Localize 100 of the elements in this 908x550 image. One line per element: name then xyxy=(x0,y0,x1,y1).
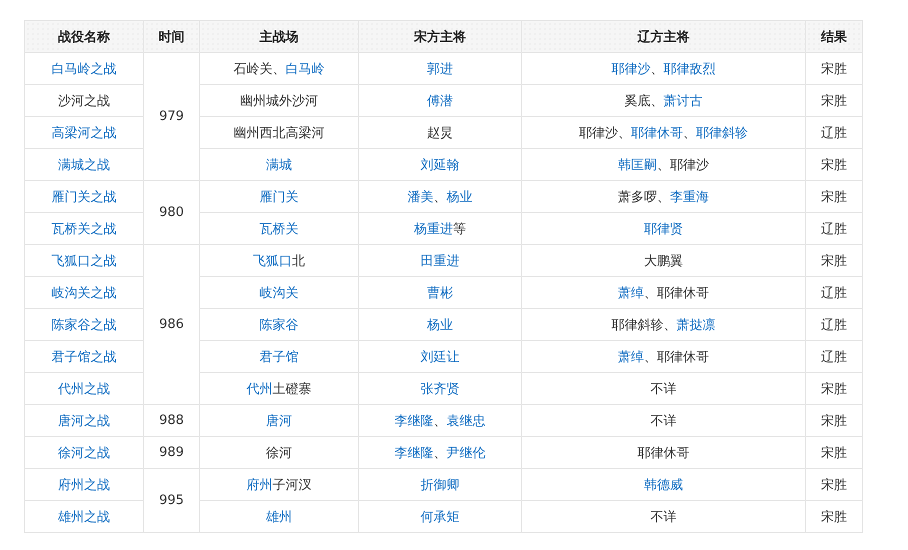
cell-text: 、 xyxy=(434,414,446,428)
result-cell: 辽胜 xyxy=(806,212,862,244)
column-header: 宋方主将 xyxy=(358,20,522,52)
cell-text: 奚底、 xyxy=(624,94,664,108)
link[interactable]: 代州 xyxy=(246,382,272,396)
cell-text: 等 xyxy=(453,222,466,236)
cell-text: 、 xyxy=(650,62,664,76)
result-cell: 辽胜 xyxy=(806,308,862,340)
cell-text: 萧多啰、 xyxy=(618,190,670,204)
link[interactable]: 君子馆 xyxy=(260,350,298,364)
link[interactable]: 雄州之战 xyxy=(58,510,110,524)
link[interactable]: 韩匡嗣 xyxy=(618,158,657,172)
link[interactable]: 满城 xyxy=(266,158,292,172)
link[interactable]: 飞狐口 xyxy=(253,254,292,268)
link[interactable]: 何承矩 xyxy=(420,510,460,524)
result-cell: 辽胜 xyxy=(806,340,862,372)
cell-text: 石岭关、 xyxy=(234,62,286,76)
cell-text: 大鹏翼 xyxy=(644,254,683,268)
link[interactable]: 耶律敌烈 xyxy=(664,62,716,76)
cell-text: 、耶律沙 xyxy=(657,158,709,172)
result-cell: 辽胜 xyxy=(806,116,862,148)
link[interactable]: 折御卿 xyxy=(420,478,460,492)
link[interactable]: 韩德威 xyxy=(644,478,683,492)
result-cell: 宋胜 xyxy=(806,180,862,212)
link[interactable]: 雄州 xyxy=(266,510,292,524)
link[interactable]: 岐沟关之战 xyxy=(52,286,116,300)
cell-text: 幽州西北高梁河 xyxy=(234,126,324,140)
link[interactable]: 府州之战 xyxy=(58,478,110,492)
link[interactable]: 曹彬 xyxy=(427,286,453,300)
link[interactable]: 徐河之战 xyxy=(58,446,110,460)
cell-text: 沙河之战 xyxy=(58,94,110,108)
link[interactable]: 瓦桥关 xyxy=(260,222,298,236)
link[interactable]: 耶律贤 xyxy=(644,222,683,236)
link[interactable]: 飞狐口之战 xyxy=(52,254,116,268)
link[interactable]: 白马岭之战 xyxy=(52,62,116,76)
cell-text: 徐河 xyxy=(266,446,292,460)
link[interactable]: 耶律斜轸 xyxy=(696,126,748,140)
link[interactable]: 李继隆 xyxy=(394,414,434,428)
link[interactable]: 李继隆 xyxy=(394,446,434,460)
link[interactable]: 唐河 xyxy=(266,414,292,428)
link[interactable]: 刘廷让 xyxy=(420,350,460,364)
link[interactable]: 萧绰 xyxy=(618,286,644,300)
cell-text: 幽州城外沙河 xyxy=(240,94,318,108)
link[interactable]: 傅潜 xyxy=(427,94,453,108)
link[interactable]: 杨重进 xyxy=(414,222,453,236)
cell-text: 土磴寨 xyxy=(272,382,312,396)
year-cell: 986 xyxy=(144,244,200,404)
link[interactable]: 袁继忠 xyxy=(446,414,486,428)
link[interactable]: 陈家谷 xyxy=(260,318,298,332)
result-cell: 宋胜 xyxy=(806,148,862,180)
column-header: 辽方主将 xyxy=(522,20,806,52)
year-cell: 988 xyxy=(144,404,200,436)
link[interactable]: 满城之战 xyxy=(58,158,110,172)
year-cell: 995 xyxy=(144,468,200,532)
cell-text: 、 xyxy=(434,190,446,204)
cell-text: 不详 xyxy=(650,510,676,524)
link[interactable]: 杨业 xyxy=(446,190,472,204)
result-cell: 宋胜 xyxy=(806,500,862,532)
column-header: 时间 xyxy=(144,20,200,52)
result-cell: 宋胜 xyxy=(806,404,862,436)
link[interactable]: 陈家谷之战 xyxy=(52,318,116,332)
link[interactable]: 唐河之战 xyxy=(58,414,110,428)
link[interactable]: 尹继伦 xyxy=(446,446,486,460)
link[interactable]: 雁门关之战 xyxy=(52,190,116,204)
link[interactable]: 田重进 xyxy=(420,254,460,268)
cell-text: 不详 xyxy=(650,382,676,396)
result-cell: 辽胜 xyxy=(806,276,862,308)
year-cell: 989 xyxy=(144,436,200,468)
cell-text: 、 xyxy=(434,446,446,460)
link[interactable]: 萧挞凛 xyxy=(676,318,716,332)
link[interactable]: 瓦桥关之战 xyxy=(52,222,116,236)
link[interactable]: 白马岭 xyxy=(286,62,324,76)
column-header: 结果 xyxy=(806,20,862,52)
link[interactable]: 杨业 xyxy=(427,318,453,332)
link[interactable]: 耶律沙 xyxy=(612,62,650,76)
link[interactable]: 张齐贤 xyxy=(420,382,460,396)
link[interactable]: 潘美 xyxy=(408,190,434,204)
result-cell: 宋胜 xyxy=(806,244,862,276)
result-cell: 宋胜 xyxy=(806,436,862,468)
result-cell: 宋胜 xyxy=(806,372,862,404)
cell-text: 北 xyxy=(292,254,305,268)
year-cell: 980 xyxy=(144,180,200,244)
link[interactable]: 萧讨古 xyxy=(664,94,702,108)
cell-text: 耶律休哥 xyxy=(638,446,690,460)
column-header: 主战场 xyxy=(200,20,358,52)
link[interactable]: 刘延翰 xyxy=(420,158,460,172)
link[interactable]: 郭进 xyxy=(427,62,453,76)
link[interactable]: 李重海 xyxy=(670,190,709,204)
link[interactable]: 雁门关 xyxy=(260,190,298,204)
link[interactable]: 高梁河之战 xyxy=(52,126,116,140)
link[interactable]: 代州之战 xyxy=(58,382,110,396)
link[interactable]: 耶律休哥 xyxy=(631,126,683,140)
cell-text: 不详 xyxy=(650,414,676,428)
link[interactable]: 岐沟关 xyxy=(260,286,298,300)
result-cell: 宋胜 xyxy=(806,84,862,116)
link[interactable]: 萧绰 xyxy=(618,350,644,364)
link[interactable]: 君子馆之战 xyxy=(52,350,116,364)
link[interactable]: 府州 xyxy=(246,478,272,492)
result-cell: 宋胜 xyxy=(806,52,862,84)
column-header: 战役名称 xyxy=(24,20,144,52)
